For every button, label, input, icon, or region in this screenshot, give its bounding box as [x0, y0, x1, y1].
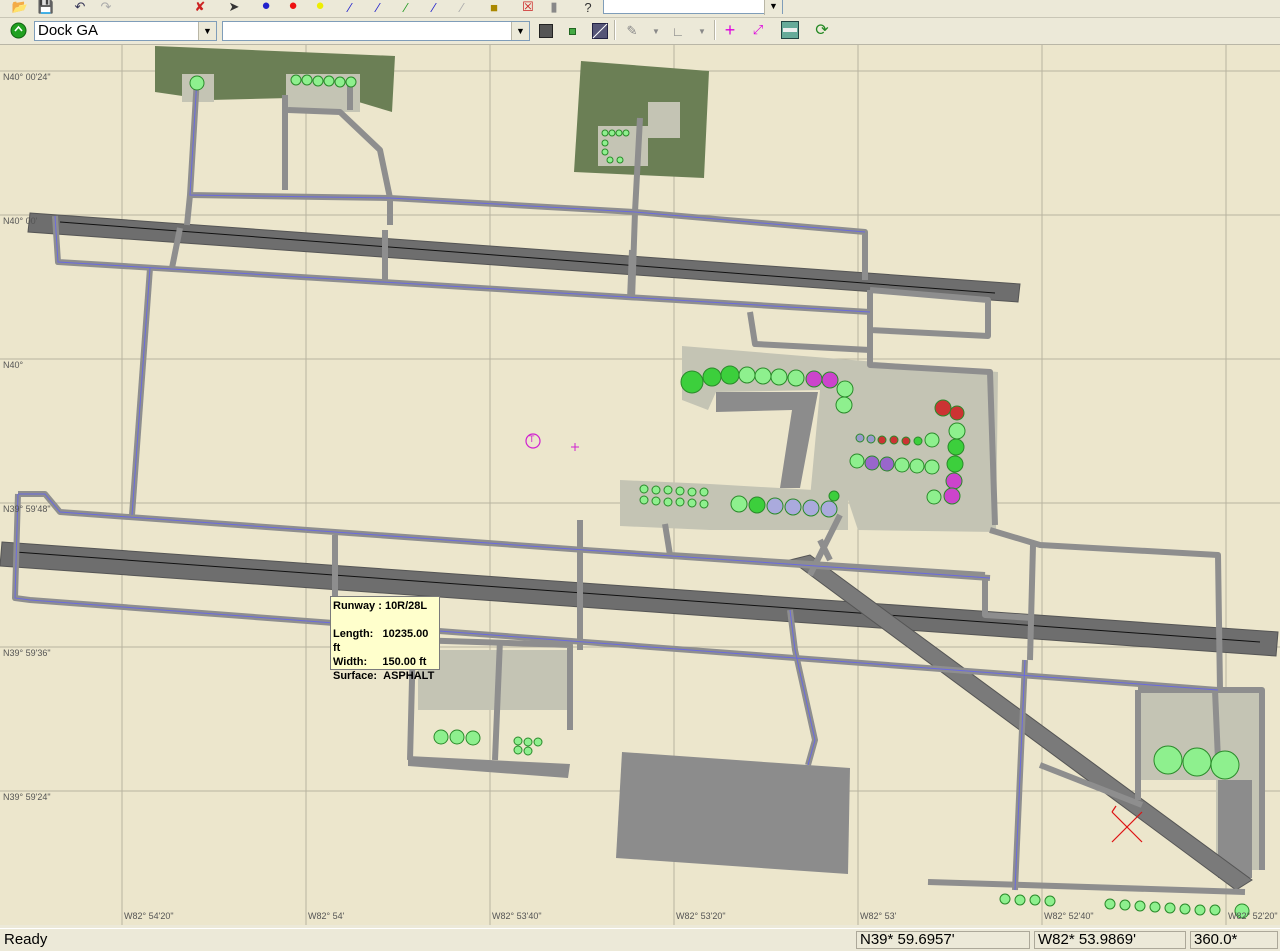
lat-label: N40° 00' — [3, 216, 38, 226]
runway-tooltip: Runway : 10R/28L Length: 10235.00 ft Wid… — [330, 596, 440, 682]
angle-icon[interactable]: ∟ — [668, 22, 688, 40]
undo-icon[interactable]: ↶ — [70, 0, 90, 16]
longitude-readout: W82* 53.9869' — [1034, 931, 1186, 949]
add-point-icon[interactable]: + — [720, 20, 740, 40]
airport-map[interactable]: T N40° 00'24" N40° 00' N40° N39° 59'48" … — [0, 45, 1280, 925]
lat-label: N40° — [3, 360, 24, 370]
lat-label: N39° 59'36" — [3, 648, 51, 658]
scenery-icon[interactable]: ■ — [484, 0, 504, 16]
red-point-icon[interactable]: ● — [283, 0, 303, 14]
lon-label: W82° 53'40" — [492, 911, 542, 921]
delete-tool-icon[interactable]: ✘ — [190, 0, 210, 16]
taxi-centerlines — [14, 77, 1219, 891]
sync-icon[interactable]: ⟳ — [812, 21, 832, 39]
toolbar-main: Dock GA ▼ ▼ ✎ ▼ ∟ ▼ + ⤢ ⟳ — [0, 18, 1280, 45]
map-svg[interactable] — [0, 45, 1280, 925]
lon-label: W82° 54'20" — [124, 911, 174, 921]
runway-10R-28L — [0, 541, 1279, 657]
tooltip-width-row: Width: 150.00 ft — [333, 656, 427, 668]
status-text: Ready — [4, 931, 48, 948]
group-combo[interactable]: Dock GA ▼ — [34, 21, 217, 41]
redo-icon[interactable]: ↷ — [96, 0, 116, 16]
save-icon[interactable]: 💾 — [36, 0, 56, 16]
layer-combo[interactable]: ▼ — [603, 0, 783, 15]
tooltip-title: Runway : 10R/28L — [333, 600, 428, 612]
lat-label: N40° 00'24" — [3, 72, 51, 82]
lon-label: W82° 53' — [860, 911, 897, 921]
lat-label: N39° 59'24" — [3, 792, 51, 802]
chevron-down-icon[interactable]: ▼ — [692, 22, 712, 40]
object-combo[interactable]: ▼ — [222, 21, 530, 41]
line-tool-5-icon[interactable]: ∕ — [452, 0, 472, 16]
chevron-down-icon[interactable]: ▼ — [198, 22, 216, 40]
tooltip-length-row: Length: 10235.00 ft — [333, 628, 429, 654]
tooltip-surface-row: Surface: ASPHALT — [333, 670, 435, 682]
lat-label: N39° 59'48" — [3, 504, 51, 514]
diagonal-square-icon[interactable] — [590, 22, 610, 40]
add-link-icon[interactable]: ⤢ — [748, 21, 768, 39]
runway-view-icon[interactable] — [780, 21, 800, 39]
cylinder-icon[interactable]: ▮ — [544, 0, 564, 16]
help-icon[interactable]: ? — [578, 0, 598, 16]
lon-label: W82° 52'20" — [1228, 911, 1278, 921]
refresh-green-icon[interactable] — [8, 21, 28, 39]
heading-readout: 360.0* — [1190, 931, 1278, 949]
apron-areas — [182, 74, 1262, 870]
start-point-marker — [571, 443, 579, 451]
status-bar: Ready N39* 59.6957' W82* 53.9869' 360.0* — [0, 928, 1280, 951]
select-arrow-icon[interactable]: ➤ — [224, 0, 244, 16]
toolbar-top: 📂 💾 ↶ ↷ ✘ ➤ ● ● ● ∕ ∕ ∕ ∕ ∕ ■ ☒ ▮ ? ▼ — [0, 0, 1280, 18]
line-tool-icon[interactable]: ∕ — [340, 0, 360, 16]
line-tool-3-icon[interactable]: ∕ — [396, 0, 416, 16]
latitude-readout: N39* 59.6957' — [856, 931, 1030, 949]
open-icon[interactable]: 📂 — [10, 0, 30, 16]
toolbar-separator — [714, 20, 716, 40]
group-combo-value: Dock GA — [38, 22, 99, 39]
toolbar-separator — [614, 20, 616, 40]
chevron-down-icon[interactable]: ▼ — [646, 22, 666, 40]
small-square-icon[interactable] — [562, 22, 582, 40]
pen-icon[interactable]: ✎ — [622, 22, 642, 40]
close-box-icon[interactable]: ☒ — [518, 0, 538, 16]
line-tool-2-icon[interactable]: ∕ — [368, 0, 388, 16]
lon-label: W82° 53'20" — [676, 911, 726, 921]
fill-square-icon[interactable] — [536, 22, 556, 40]
blue-point-icon[interactable]: ● — [256, 0, 276, 14]
yellow-point-icon[interactable]: ● — [310, 0, 330, 14]
tower-label: T — [529, 434, 535, 444]
line-tool-4-icon[interactable]: ∕ — [424, 0, 444, 16]
lon-label: W82° 54' — [308, 911, 345, 921]
chevron-down-icon[interactable]: ▼ — [764, 0, 782, 15]
chevron-down-icon[interactable]: ▼ — [511, 22, 529, 40]
lon-label: W82° 52'40" — [1044, 911, 1094, 921]
